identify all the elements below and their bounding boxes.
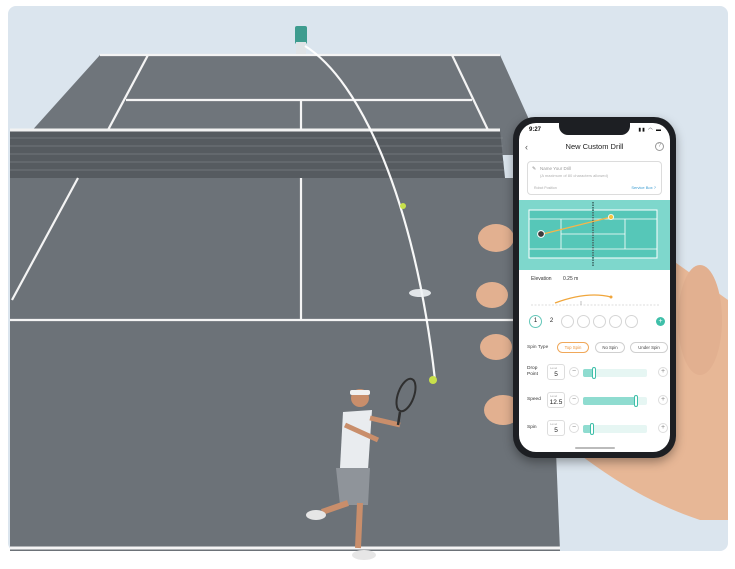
ball-slot[interactable]	[561, 315, 574, 328]
slider-thumb[interactable]	[634, 395, 638, 407]
param-row-spin: Spin Level 5 − +	[527, 419, 670, 439]
decrement-button[interactable]: −	[569, 423, 579, 433]
robot-position-label: Robot Position	[534, 186, 557, 190]
target-marker	[608, 213, 615, 220]
param-value-box: Level 5	[547, 364, 565, 380]
page-title: New Custom Drill	[565, 142, 624, 151]
param-level-label: Level	[550, 394, 558, 398]
drill-name-hint: (A maximum of 80 characters allowed)	[540, 173, 609, 178]
spin-option-top[interactable]: Top Spin	[557, 342, 589, 353]
elevation-row: Elevation 0.25 m	[527, 275, 667, 285]
elevation-label: Elevation	[531, 276, 552, 282]
smartphone: 9:27 ▮▮ ◠ ▬ ‹ New Custom Drill ? ✎ Name …	[513, 117, 676, 458]
param-value-box: Level 5	[547, 420, 565, 436]
court-diagram[interactable]	[519, 200, 670, 270]
ball-slot[interactable]	[593, 315, 606, 328]
decrement-button[interactable]: −	[569, 395, 579, 405]
service-box-link[interactable]: Service Box ?	[631, 185, 656, 190]
app-header: ‹ New Custom Drill ?	[519, 139, 670, 157]
increment-button[interactable]: +	[658, 423, 668, 433]
ball-sequence: 1 2 +	[527, 313, 667, 331]
param-label: Drop Point	[527, 366, 538, 377]
ball-slot[interactable]	[625, 315, 638, 328]
slider-thumb[interactable]	[592, 367, 596, 379]
param-value: 5	[554, 371, 558, 378]
status-time: 9:27	[529, 127, 542, 133]
spin-option-none[interactable]: No Spin	[595, 342, 625, 353]
param-value-box: Level 12.5	[547, 392, 565, 408]
ball-machine	[295, 26, 307, 44]
edit-icon: ✎	[532, 166, 537, 172]
param-slider[interactable]	[583, 367, 647, 379]
ball-slot[interactable]: 2	[545, 315, 558, 328]
add-ball-button[interactable]: +	[656, 317, 665, 326]
near-court	[10, 178, 560, 551]
drill-name-placeholder: Name Your Drill	[540, 166, 572, 171]
signal-wifi-battery-icon: ▮▮ ◠ ▬	[638, 127, 662, 133]
phone-notch	[559, 123, 630, 135]
spin-type-label: Spin Type	[527, 345, 549, 350]
slider-fill	[583, 397, 636, 405]
hero-image: 9:27 ▮▮ ◠ ▬ ‹ New Custom Drill ? ✎ Name …	[0, 0, 735, 569]
param-label: Speed	[527, 397, 541, 402]
ball-in-flight	[400, 203, 406, 209]
param-row-drop-point: Drop Point Level 5 − +	[527, 363, 670, 383]
decrement-button[interactable]: −	[569, 367, 579, 377]
tennis-ball	[429, 376, 437, 384]
elevation-trajectory-graph	[531, 294, 659, 306]
ball-slot[interactable]	[577, 315, 590, 328]
slider-thumb[interactable]	[590, 423, 594, 435]
bounce-mark	[409, 289, 431, 297]
param-slider[interactable]	[583, 395, 647, 407]
param-level-label: Level	[550, 422, 558, 426]
param-level-label: Level	[550, 366, 558, 370]
spin-option-under[interactable]: Under Spin	[630, 342, 668, 353]
param-slider[interactable]	[583, 423, 647, 435]
robot-marker	[537, 230, 545, 238]
increment-button[interactable]: +	[658, 395, 668, 405]
param-value: 5	[554, 427, 558, 434]
elevation-value: 0.25 m	[563, 276, 579, 282]
spin-type-row: Spin Type Top Spin No Spin Under Spin	[527, 341, 670, 355]
param-row-speed: Speed Level 12.5 − +	[527, 391, 670, 411]
ball-slot[interactable]	[609, 315, 622, 328]
param-value: 12.5	[549, 399, 563, 406]
increment-button[interactable]: +	[658, 367, 668, 377]
court-diagram-svg	[528, 202, 658, 266]
help-icon[interactable]: ?	[655, 142, 664, 151]
home-indicator	[575, 447, 615, 449]
ball-slot[interactable]: 1	[529, 315, 542, 328]
phone-screen: 9:27 ▮▮ ◠ ▬ ‹ New Custom Drill ? ✎ Name …	[519, 123, 670, 452]
param-label: Spin	[527, 425, 537, 430]
drill-name-field[interactable]: ✎ Name Your Drill (A maximum of 80 chara…	[527, 161, 662, 195]
